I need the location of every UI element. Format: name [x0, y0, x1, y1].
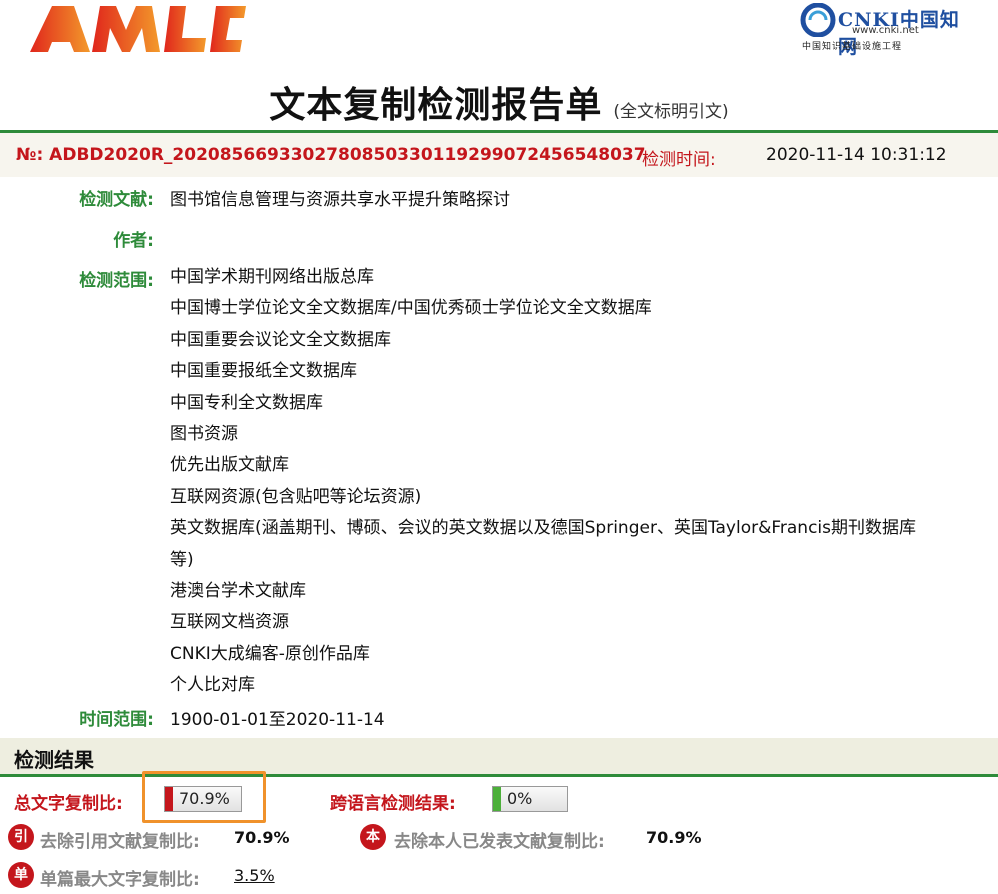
amlc-logo [30, 6, 246, 52]
cnki-globe-icon [800, 3, 836, 37]
scope-item: 个人比对库 [170, 675, 255, 696]
cross-language-bar: 0% [492, 786, 568, 812]
cnki-url: www.cnki.net [852, 25, 919, 36]
author-label: 作者: [113, 231, 154, 251]
single-max-value[interactable]: 3.5% [234, 866, 275, 885]
exclude-self-value: 70.9% [646, 828, 702, 847]
cross-language-bar-fill [493, 787, 501, 811]
scope-item: 互联网资源(包含贴吧等论坛资源) [170, 486, 422, 507]
results-title: 检测结果 [14, 748, 94, 772]
scope-item: 中国学术期刊网络出版总库 [170, 267, 374, 287]
cross-language-label: 跨语言检测结果: [330, 794, 456, 814]
cross-language-value: 0% [507, 789, 533, 808]
scope-item: 互联网文档资源 [170, 612, 289, 633]
scope-item: 中国博士学位论文全文数据库/中国优秀硕士学位论文全文数据库 [170, 298, 652, 319]
cnki-subtitle: 中国知识基础设施工程 [802, 42, 903, 52]
cnki-logo: CNKI中国知网 www.cnki.net 中国知识基础设施工程 [800, 3, 970, 58]
scope-item: 港澳台学术文献库 [170, 581, 306, 602]
scope-item: CNKI大成编客-原创作品库 [170, 643, 370, 664]
doc-value: 图书馆信息管理与资源共享水平提升策略探讨 [170, 190, 510, 210]
report-number: №: ADBD2020R_202085669330278085033011929… [16, 145, 646, 165]
highlight-box [142, 771, 266, 823]
single-badge-icon: 单 [8, 862, 34, 888]
exclude-ref-label: 去除引用文献复制比: [40, 832, 200, 852]
time-range-label: 时间范围: [79, 710, 154, 730]
scope-list: 中国学术期刊网络出版总库 中国博士学位论文全文数据库/中国优秀硕士学位论文全文数… [170, 262, 990, 702]
single-max-label: 单篇最大文字复制比: [40, 870, 200, 890]
total-copy-label: 总文字复制比: [14, 794, 123, 814]
scope-item: 中国专利全文数据库 [170, 392, 323, 413]
report-title-row: 文本复制检测报告单 (全文标明引文) [0, 76, 998, 132]
scope-item: 图书资源 [170, 424, 238, 445]
doc-label: 检测文献: [79, 190, 154, 210]
self-badge-icon: 本 [360, 824, 386, 850]
page-header: CNKI中国知网 www.cnki.net 中国知识基础设施工程 [0, 0, 998, 62]
detect-time-label: 检测时间: [642, 150, 716, 170]
detect-time-value: 2020-11-14 10:31:12 [766, 145, 947, 165]
scope-label: 检测范围: [79, 271, 154, 291]
cite-badge-icon: 引 [8, 824, 34, 850]
scope-item: 优先出版文献库 [170, 455, 289, 476]
exclude-self-label: 去除本人已发表文献复制比: [394, 832, 605, 852]
scope-item: 英文数据库(涵盖期刊、博硕、会议的英文数据以及德国Springer、英国Tayl… [170, 518, 917, 539]
report-title: 文本复制检测报告单 [269, 85, 603, 126]
scope-item: 等) [170, 549, 194, 570]
report-subtitle: (全文标明引文) [613, 102, 729, 122]
time-range-value: 1900-01-01至2020-11-14 [170, 710, 385, 730]
exclude-ref-value: 70.9% [234, 828, 290, 847]
scope-item: 中国重要会议论文全文数据库 [170, 329, 391, 350]
scope-item: 中国重要报纸全文数据库 [170, 361, 357, 382]
report-info-bar: №: ADBD2020R_202085669330278085033011929… [0, 133, 998, 177]
